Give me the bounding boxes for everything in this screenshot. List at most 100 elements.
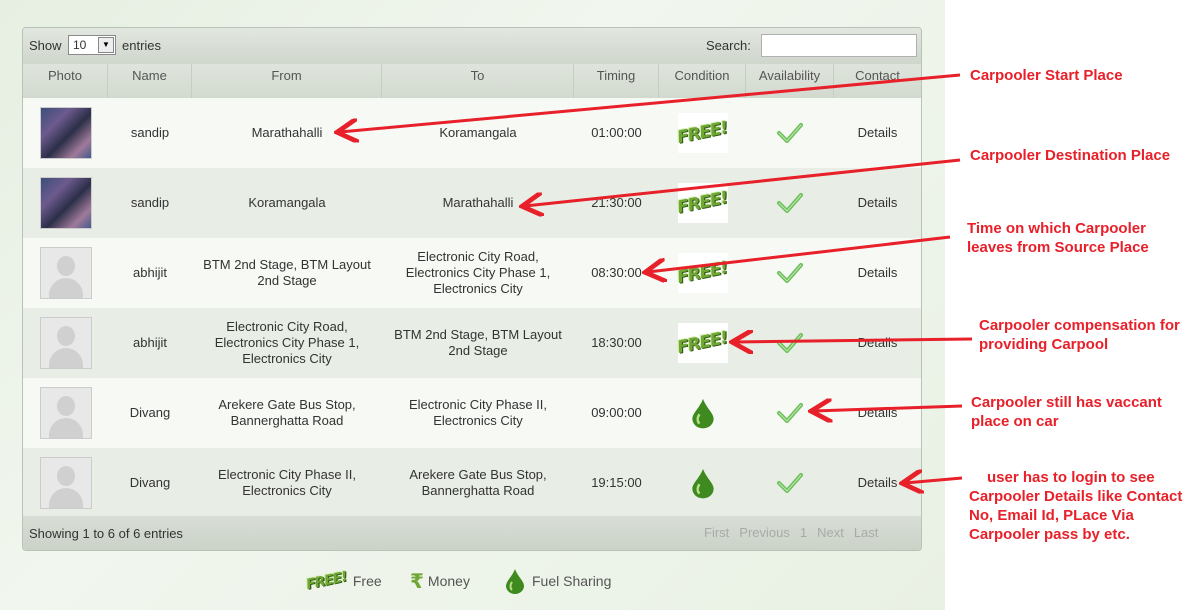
annotation-timing: Time on which Carpooler leaves from Sour… [967, 220, 1149, 256]
cell-to: BTM 2nd Stage, BTM Layout 2nd Stage [382, 308, 574, 378]
timing-text: 08:30:00 [591, 265, 642, 280]
to-text: Electronic City Phase II, Electronics Ci… [409, 397, 547, 428]
column-header-contact[interactable]: Contact [834, 64, 921, 98]
from-text: Electronic City Road, Electronics City P… [214, 319, 360, 366]
free-badge-text: FREE! [675, 257, 730, 289]
check-icon [777, 193, 803, 213]
pager-previous-button[interactable]: Previous [734, 522, 795, 544]
to-text: BTM 2nd Stage, BTM Layout 2nd Stage [394, 327, 562, 358]
cell-condition: FREE! [659, 308, 746, 378]
user-photo [39, 177, 92, 229]
details-link[interactable]: Details [858, 475, 898, 491]
cell-to: Arekere Gate Bus Stop, Bannerghatta Road [382, 448, 574, 518]
table-row: sandip Koramangala Marathahalli 21:30:00 FRE… [23, 168, 921, 238]
details-link[interactable]: Details [858, 265, 898, 281]
timing-text: 09:00:00 [591, 405, 642, 420]
fuel-drop-icon [506, 569, 524, 594]
free-icon: FREE! [304, 568, 349, 594]
page-size-select[interactable]: 10 ▼ [68, 35, 116, 55]
cell-timing: 21:30:00 [574, 168, 659, 238]
column-header-timing[interactable]: Timing [574, 64, 659, 98]
default-avatar-icon [39, 457, 92, 509]
pager-last-button[interactable]: Last [849, 522, 884, 544]
cell-name: Divang [108, 448, 192, 518]
pager-first-button[interactable]: First [699, 522, 734, 544]
cell-contact[interactable]: Details [834, 98, 921, 168]
legend-free: FREE! Free [304, 566, 382, 596]
check-icon [777, 473, 803, 493]
cell-timing: 19:15:00 [574, 448, 659, 518]
table-footer: Showing 1 to 6 of 6 entries First Previo… [23, 516, 921, 550]
legend-fuel-label: Fuel Sharing [532, 573, 612, 589]
cell-availability [746, 238, 834, 308]
cell-to: Electronic City Phase II, Electronics Ci… [382, 378, 574, 448]
fuel-drop-icon [691, 398, 714, 429]
default-avatar-icon [39, 317, 92, 369]
cell-condition: FREE! [659, 168, 746, 238]
table-row: Divang Arekere Gate Bus Stop, Bannerghatt… [23, 378, 921, 448]
timing-text: 21:30:00 [591, 195, 642, 210]
cell-availability [746, 308, 834, 378]
cell-name: sandip [108, 168, 192, 238]
to-text: Koramangala [439, 125, 517, 140]
cell-name: abhijit [108, 238, 192, 308]
annotation-availability: Carpooler still has vaccant place on car [971, 394, 1162, 430]
annotation-compensation: Carpooler compensation for providing Car… [979, 317, 1180, 353]
annotation-details: user has to login to see Carpooler Detai… [969, 469, 1183, 543]
details-link[interactable]: Details [858, 335, 898, 351]
search-label: Search: [706, 38, 751, 53]
check-icon [777, 333, 803, 353]
pager-page-1-button[interactable]: 1 [795, 522, 812, 544]
show-label: Show [29, 38, 62, 53]
column-header-name[interactable]: Name [108, 64, 192, 98]
pagination: First Previous 1 Next Last [699, 522, 883, 544]
cell-contact[interactable]: Details [834, 308, 921, 378]
timing-text: 19:15:00 [591, 475, 642, 490]
default-avatar-icon [39, 387, 92, 439]
cell-availability [746, 378, 834, 448]
name-text: abhijit [133, 265, 167, 280]
cell-name: sandip [108, 98, 192, 168]
details-link[interactable]: Details [858, 195, 898, 211]
column-header-availability[interactable]: Availability [746, 64, 834, 98]
to-text: Marathahalli [442, 195, 514, 210]
details-link[interactable]: Details [858, 125, 898, 141]
chevron-down-icon[interactable]: ▼ [98, 37, 114, 53]
timing-text: 18:30:00 [591, 335, 642, 350]
cell-contact[interactable]: Details [834, 168, 921, 238]
default-avatar-icon [39, 247, 92, 299]
search-input[interactable] [761, 34, 917, 57]
table-info: Showing 1 to 6 of 6 entries [29, 526, 183, 541]
timing-text: 01:00:00 [591, 125, 642, 140]
free-badge-text: FREE! [675, 117, 730, 149]
cell-condition: FREE! [659, 98, 746, 168]
free-icon: FREE! [676, 323, 729, 363]
cell-from: Koramangala [192, 168, 382, 238]
cell-from: Arekere Gate Bus Stop, Bannerghatta Road [192, 378, 382, 448]
column-header-photo[interactable]: Photo [23, 64, 108, 98]
to-text: Electronic City Road, Electronics City P… [405, 249, 551, 296]
cell-to: Marathahalli [382, 168, 574, 238]
cell-to: Electronic City Road, Electronics City P… [382, 238, 574, 308]
table-row: sandip Marathahalli Koramangala 01:00:00 FRE… [23, 98, 921, 168]
cell-contact[interactable]: Details [834, 378, 921, 448]
cell-condition [659, 378, 746, 448]
check-icon [777, 403, 803, 423]
cell-contact[interactable]: Details [834, 238, 921, 308]
column-header-condition[interactable]: Condition [659, 64, 746, 98]
cell-photo [23, 448, 108, 518]
cell-to: Koramangala [382, 98, 574, 168]
legend-money: ₹ Money [410, 566, 470, 596]
column-header-from[interactable]: From [192, 64, 382, 98]
cell-from: Electronic City Phase II, Electronics Ci… [192, 448, 382, 518]
to-text: Arekere Gate Bus Stop, Bannerghatta Road [409, 467, 547, 498]
cell-contact[interactable]: Details [834, 448, 921, 518]
column-header-to[interactable]: To [382, 64, 574, 98]
page-size-value: 10 [73, 38, 87, 52]
cell-from: Electronic City Road, Electronics City P… [192, 308, 382, 378]
cell-availability [746, 98, 834, 168]
details-link[interactable]: Details [858, 405, 898, 421]
pager-next-button[interactable]: Next [812, 522, 849, 544]
cell-condition: FREE! [659, 238, 746, 308]
from-text: Marathahalli [251, 125, 323, 140]
